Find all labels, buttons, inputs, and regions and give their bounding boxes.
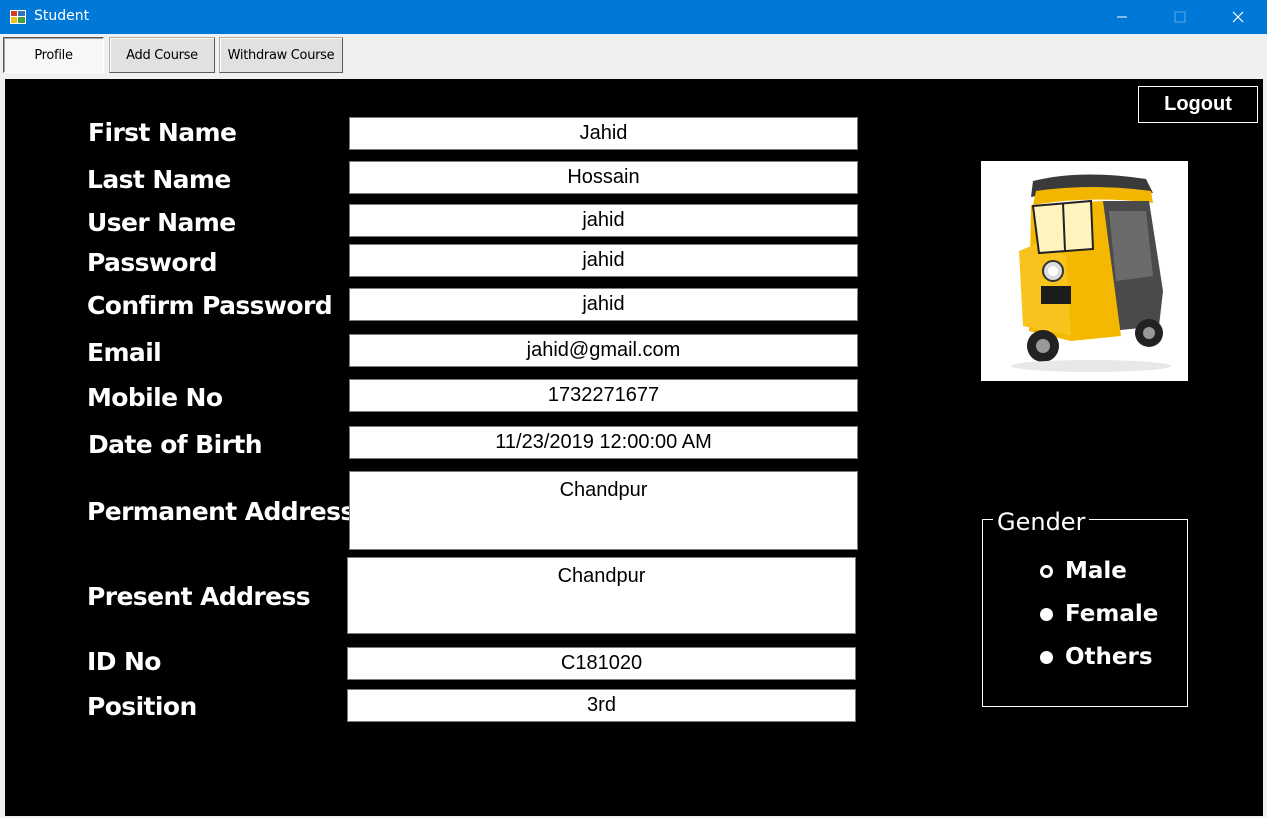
gender-male-radio[interactable]: Male bbox=[1040, 558, 1127, 584]
gender-male-label: Male bbox=[1065, 558, 1127, 584]
email-label: Email bbox=[87, 338, 162, 367]
user-name-label: User Name bbox=[87, 208, 236, 237]
first-name-field[interactable]: Jahid bbox=[349, 117, 858, 150]
profile-photo bbox=[981, 161, 1188, 381]
permanent-address-field[interactable]: Chandpur bbox=[349, 471, 858, 550]
gender-others-radio[interactable]: Others bbox=[1040, 644, 1153, 670]
auto-rickshaw-icon bbox=[1011, 174, 1171, 372]
first-name-label: First Name bbox=[88, 118, 237, 147]
window-title: Student bbox=[34, 8, 90, 24]
mobile-field[interactable]: 1732271677 bbox=[349, 379, 858, 412]
profile-panel: Logout First Name Last Name User Name Pa… bbox=[5, 79, 1263, 816]
present-address-label: Present Address bbox=[87, 582, 311, 611]
present-address-field[interactable]: Chandpur bbox=[347, 557, 856, 634]
gender-title: Gender bbox=[993, 508, 1090, 536]
tab-bar: Profile Add Course Withdraw Course bbox=[0, 34, 1267, 78]
tab-profile[interactable]: Profile bbox=[3, 37, 104, 73]
maximize-button[interactable] bbox=[1151, 0, 1209, 34]
dob-field[interactable]: 11/23/2019 12:00:00 AM bbox=[349, 426, 858, 459]
close-icon bbox=[1232, 11, 1244, 23]
email-field[interactable]: jahid@gmail.com bbox=[349, 334, 858, 367]
gender-female-label: Female bbox=[1065, 601, 1159, 627]
gender-female-radio[interactable]: Female bbox=[1040, 601, 1158, 627]
confirm-password-label: Confirm Password bbox=[87, 291, 333, 320]
position-field[interactable]: 3rd bbox=[347, 689, 856, 722]
minimize-button[interactable] bbox=[1093, 0, 1151, 34]
user-name-field[interactable]: jahid bbox=[349, 204, 858, 237]
last-name-field[interactable]: Hossain bbox=[349, 161, 858, 194]
tab-withdraw-course[interactable]: Withdraw Course bbox=[219, 37, 343, 73]
radio-checked-icon bbox=[1040, 650, 1053, 664]
mobile-label: Mobile No bbox=[87, 383, 223, 412]
last-name-label: Last Name bbox=[87, 165, 231, 194]
confirm-password-field[interactable]: jahid bbox=[349, 288, 858, 321]
app-icon bbox=[10, 10, 26, 24]
radio-checked-icon bbox=[1040, 607, 1053, 621]
password-label: Password bbox=[87, 248, 218, 277]
title-bar: Student bbox=[0, 0, 1267, 34]
tab-add-course[interactable]: Add Course bbox=[109, 37, 215, 73]
password-field[interactable]: jahid bbox=[349, 244, 858, 277]
permanent-address-label: Permanent Address bbox=[87, 497, 355, 526]
radio-unchecked-icon bbox=[1040, 564, 1053, 578]
gender-others-label: Others bbox=[1065, 644, 1153, 670]
position-label: Position bbox=[87, 692, 197, 721]
logout-button[interactable]: Logout bbox=[1138, 86, 1258, 123]
maximize-icon bbox=[1174, 11, 1186, 23]
close-button[interactable] bbox=[1209, 0, 1267, 34]
minimize-icon bbox=[1117, 16, 1127, 18]
dob-label: Date of Birth bbox=[88, 430, 262, 459]
id-no-field[interactable]: C181020 bbox=[347, 647, 856, 680]
id-no-label: ID No bbox=[87, 647, 161, 676]
